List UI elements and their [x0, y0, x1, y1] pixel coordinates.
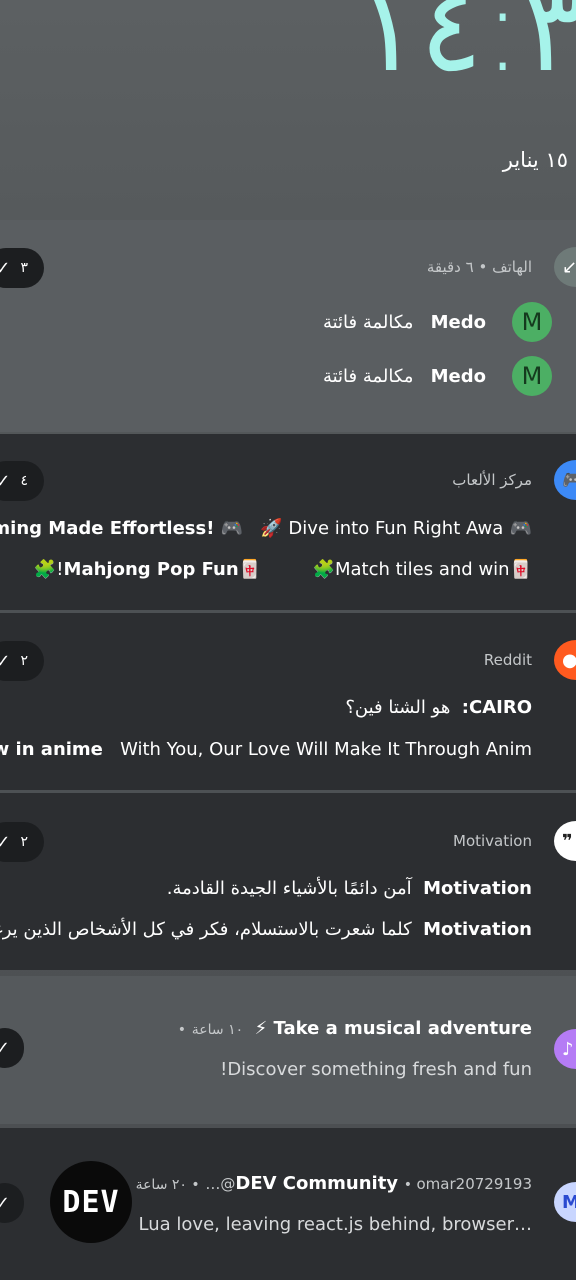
notification-body: Lua love, leaving react.js behind, brows…	[138, 1214, 532, 1235]
notification-time: ٦ دقيقة	[426, 258, 474, 276]
notification-body: Discover something fresh and fun!	[220, 1059, 532, 1080]
notification-line: Medo مكالمة فائتة	[323, 312, 486, 333]
notification-line: 🎮 Gaming Made Effortless! 🎮 🚀 Dive into …	[0, 518, 532, 539]
line-text: مكالمة فائتة	[322, 366, 414, 387]
reddit-icon: ●	[554, 640, 576, 680]
notification-title: DEV Community	[235, 1173, 399, 1194]
line-title: Motivation	[423, 919, 532, 940]
app-name: الهاتف	[492, 258, 532, 276]
line-text: كلما شعرت بالاستسلام، فكر في كل الأشخاص …	[0, 919, 412, 940]
expand-count-button[interactable]: ✓ ٣	[0, 248, 44, 288]
dev-logo: DEV	[50, 1161, 132, 1243]
app-name: Reddit	[483, 651, 532, 669]
notification-time: ٢٠ ساعة	[135, 1177, 187, 1193]
expand-button[interactable]: ✓	[0, 1028, 24, 1068]
notification-reddit[interactable]: ● ✓ ٢ Reddit CAIRO: هو الشتا فين؟ Now in…	[0, 613, 576, 790]
notification-game-center[interactable]: 🎮 ✓ ٤ مركز الألعاب 🎮 Gaming Made Effortl…	[0, 434, 576, 610]
gmail-icon: M	[554, 1182, 576, 1222]
line-title: CAIRO:	[461, 697, 532, 718]
notification-count: ٣	[20, 260, 28, 276]
notification-header: Take a musical adventure ⚡ ١٠ ساعة •	[178, 1018, 532, 1039]
checkmark-icon: ✓	[0, 470, 11, 492]
app-name: Motivation	[453, 832, 532, 850]
notification-header: DEV Community • omar20729193@… • ٢٠ ساعة	[135, 1173, 532, 1194]
lockscreen-clock: ١٤:٣	[356, 0, 576, 90]
notification-count: ٤	[20, 473, 28, 489]
notification-title: Take a musical adventure ⚡	[254, 1018, 532, 1039]
checkmark-icon: ✓	[0, 257, 11, 279]
checkmark-icon: ✓	[0, 1037, 10, 1059]
line-title: Now in anime	[0, 739, 103, 760]
notification-motivation[interactable]: ❞ ✓ ٢ Motivation Motivation آمن دائمًا ب…	[0, 793, 576, 970]
notification-count: ٢	[20, 653, 28, 669]
notification-line: CAIRO: هو الشتا فين؟	[345, 697, 532, 718]
notification-gmail[interactable]: M ✓ DEV DEV Community • omar20729193@… •…	[0, 1128, 576, 1280]
line-title: Motivation	[423, 878, 532, 899]
expand-button[interactable]: ✓	[0, 1183, 24, 1223]
expand-count-button[interactable]: ✓ ٢	[0, 641, 44, 681]
expand-count-button[interactable]: ✓ ٢	[0, 822, 44, 862]
checkmark-icon: ✓	[0, 1192, 10, 1214]
time-bullet: •	[177, 1022, 187, 1038]
quote-icon: ❞	[554, 821, 576, 861]
checkmark-icon: ✓	[0, 831, 11, 853]
app-name: مركز الألعاب	[452, 471, 532, 489]
tiktok-icon: ♪	[554, 1029, 576, 1069]
notification-line: Now in anime With You, Our Love Will Mak…	[0, 739, 532, 760]
notification-header: الهاتف • ٦ دقيقة	[426, 258, 532, 276]
notification-line: Motivation كلما شعرت بالاستسلام، فكر في …	[0, 919, 532, 940]
line-text: هو الشتا فين؟	[345, 697, 451, 718]
missed-call-icon: ↙	[554, 247, 576, 287]
expand-count-button[interactable]: ✓ ٤	[0, 461, 44, 501]
notification-phone[interactable]: ↙ ✓ ٣ الهاتف • ٦ دقيقة M Medo مكالمة فائ…	[0, 220, 576, 432]
notification-tiktok[interactable]: ♪ ✓ Take a musical adventure ⚡ ١٠ ساعة •…	[0, 976, 576, 1124]
notification-line: Motivation آمن دائمًا بالأشياء الجيدة ال…	[167, 878, 532, 899]
lockscreen-date: ١٥ يناير	[502, 148, 568, 172]
notification-line: Medo مكالمة فائتة	[323, 366, 486, 387]
checkmark-icon: ✓	[0, 650, 11, 672]
line-text: مكالمة فائتة	[322, 312, 414, 333]
notification-count: ٢	[20, 834, 28, 850]
notification-time: ١٠ ساعة	[191, 1022, 244, 1038]
avatar: M	[512, 356, 552, 396]
avatar: M	[512, 302, 552, 342]
notification-line: 🀄Mahjong Pop Fun🀄 🧩Match tiles and win!🧩	[34, 559, 532, 580]
line-text: آمن دائمًا بالأشياء الجيدة القادمة.	[166, 878, 412, 899]
line-title: Medo	[430, 366, 486, 387]
gamepad-icon: 🎮	[554, 460, 576, 500]
line-title: Medo	[430, 312, 486, 333]
